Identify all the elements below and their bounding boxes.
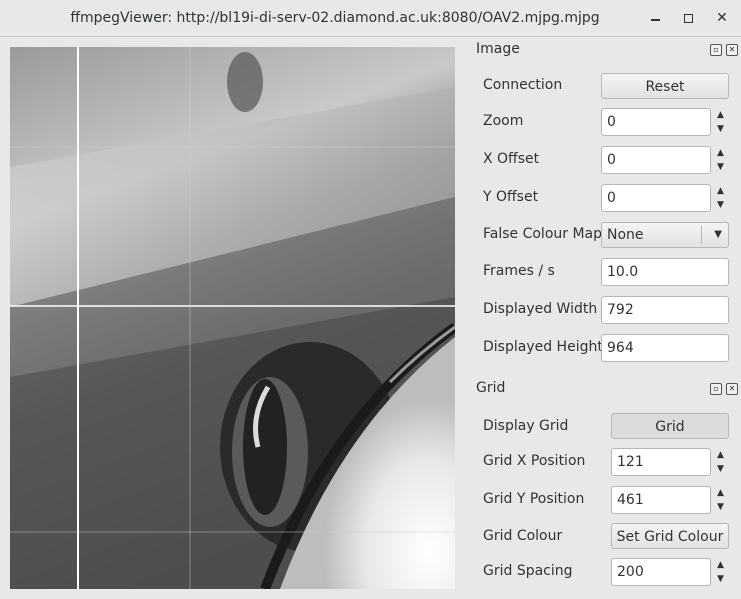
float-icon[interactable]: ▫: [710, 383, 722, 395]
connection-label: Connection: [483, 77, 563, 93]
grid-panel-title: Grid: [476, 380, 506, 396]
y-offset-up-icon[interactable]: ▲: [712, 184, 729, 198]
x-offset-up-icon[interactable]: ▲: [712, 146, 729, 160]
grid-colour-row: Grid Colour Set Grid Colour: [470, 522, 741, 552]
grid-x-input[interactable]: 121: [611, 448, 711, 476]
combo-separator: [701, 226, 702, 244]
grid-spacing-spinner: ▲ ▼: [712, 558, 729, 586]
grid-colour-label: Grid Colour: [483, 528, 563, 544]
display-grid-label: Display Grid: [483, 418, 569, 434]
chevron-down-icon: ▼: [714, 229, 722, 240]
x-offset-down-icon[interactable]: ▼: [712, 160, 729, 174]
fps-label: Frames / s: [483, 263, 555, 279]
y-offset-down-icon[interactable]: ▼: [712, 198, 729, 212]
image-panel-title: Image: [476, 41, 520, 57]
displayed-width-input[interactable]: 792: [601, 296, 729, 324]
minimize-icon[interactable]: [645, 8, 665, 28]
grid-y-spinner: ▲ ▼: [712, 486, 729, 514]
x-offset-input[interactable]: 0: [601, 146, 711, 174]
float-icon[interactable]: ▫: [710, 44, 722, 56]
grid-x-label: Grid X Position: [483, 453, 586, 469]
image-panel: Image ▫ ✕ Connection Reset Zoom 0 ▲ ▼ X …: [470, 39, 741, 369]
grid-y-input[interactable]: 461: [611, 486, 711, 514]
camera-view[interactable]: [10, 47, 455, 589]
maximize-icon[interactable]: [678, 8, 698, 28]
fps-row: Frames / s 10.0: [470, 257, 741, 287]
x-offset-row: X Offset 0 ▲ ▼: [470, 145, 741, 175]
grid-y-label: Grid Y Position: [483, 491, 585, 507]
display-grid-row: Display Grid Grid: [470, 412, 741, 442]
grid-panel-header: Grid ▫ ✕: [470, 378, 741, 400]
grid-x-spinner: ▲ ▼: [712, 448, 729, 476]
zoom-up-icon[interactable]: ▲: [712, 108, 729, 122]
y-offset-row: Y Offset 0 ▲ ▼: [470, 183, 741, 213]
fps-input[interactable]: 10.0: [601, 258, 729, 286]
x-offset-spinner: ▲ ▼: [712, 146, 729, 174]
y-offset-input[interactable]: 0: [601, 184, 711, 212]
zoom-down-icon[interactable]: ▼: [712, 122, 729, 136]
grid-panel: Grid ▫ ✕ Display Grid Grid Grid X Positi…: [470, 378, 741, 599]
grid-spacing-down-icon[interactable]: ▼: [712, 572, 729, 586]
false-colour-label: False Colour Map: [483, 226, 603, 242]
reset-button[interactable]: Reset: [601, 73, 729, 99]
zoom-input[interactable]: 0: [601, 108, 711, 136]
image-panel-header: Image ▫ ✕: [470, 39, 741, 61]
displayed-width-row: Displayed Width 792: [470, 295, 741, 325]
close-panel-icon[interactable]: ✕: [726, 44, 738, 56]
grid-spacing-row: Grid Spacing 200 ▲ ▼: [470, 557, 741, 587]
false-colour-row: False Colour Map None ▼: [470, 220, 741, 250]
x-offset-label: X Offset: [483, 151, 540, 167]
set-grid-colour-button[interactable]: Set Grid Colour: [611, 523, 729, 549]
displayed-height-input[interactable]: 964: [601, 334, 729, 362]
grid-y-up-icon[interactable]: ▲: [712, 486, 729, 500]
connection-row: Connection Reset: [470, 71, 741, 101]
grid-x-up-icon[interactable]: ▲: [712, 448, 729, 462]
grid-y-down-icon[interactable]: ▼: [712, 500, 729, 514]
displayed-height-row: Displayed Height 964: [470, 333, 741, 363]
grid-x-down-icon[interactable]: ▼: [712, 462, 729, 476]
grid-spacing-input[interactable]: 200: [611, 558, 711, 586]
zoom-row: Zoom 0 ▲ ▼: [470, 107, 741, 137]
grid-spacing-label: Grid Spacing: [483, 563, 573, 579]
close-panel-icon[interactable]: ✕: [726, 383, 738, 395]
grid-spacing-up-icon[interactable]: ▲: [712, 558, 729, 572]
displayed-width-label: Displayed Width: [483, 301, 598, 317]
camera-image: [10, 47, 455, 589]
grid-y-row: Grid Y Position 461 ▲ ▼: [470, 485, 741, 515]
grid-x-row: Grid X Position 121 ▲ ▼: [470, 447, 741, 477]
window-title: ffmpegViewer: http://bl19i-di-serv-02.di…: [70, 10, 600, 26]
close-icon[interactable]: ✕: [712, 8, 732, 28]
zoom-spinner: ▲ ▼: [712, 108, 729, 136]
grid-toggle-button[interactable]: Grid: [611, 413, 729, 439]
y-offset-label: Y Offset: [483, 189, 539, 205]
false-colour-value: None: [607, 227, 644, 243]
y-offset-spinner: ▲ ▼: [712, 184, 729, 212]
false-colour-select[interactable]: None ▼: [601, 222, 729, 248]
title-bar: ffmpegViewer: http://bl19i-di-serv-02.di…: [0, 0, 741, 37]
displayed-height-label: Displayed Height: [483, 339, 603, 355]
zoom-label: Zoom: [483, 113, 524, 129]
